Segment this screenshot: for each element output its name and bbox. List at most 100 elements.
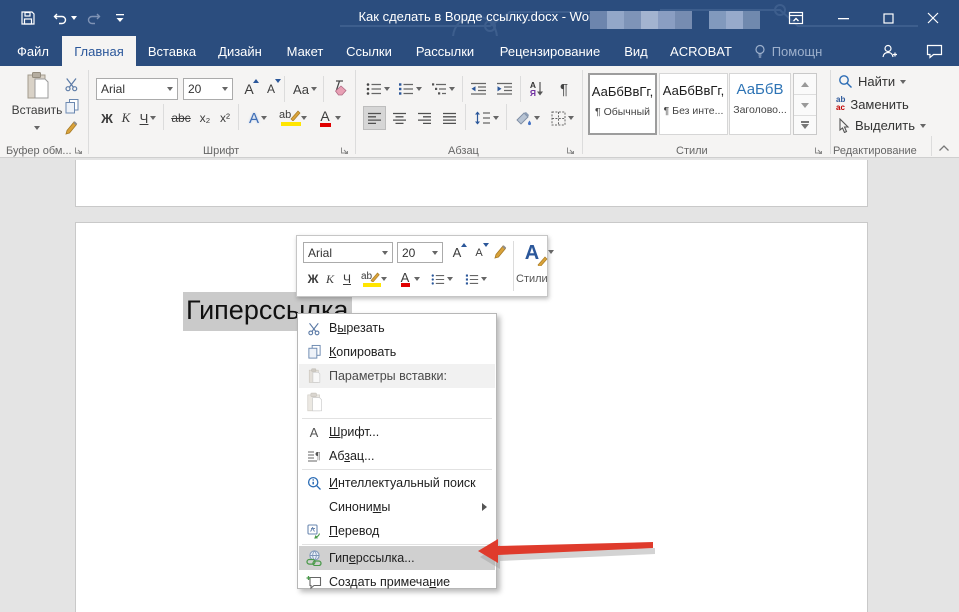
font-color-button[interactable]: А bbox=[314, 106, 344, 130]
redo-button[interactable] bbox=[86, 10, 102, 26]
bullets-button[interactable] bbox=[363, 78, 393, 100]
copy-button[interactable] bbox=[64, 98, 80, 115]
undo-dropdown-arrow[interactable] bbox=[71, 16, 77, 20]
subscript-button[interactable]: x₂ bbox=[196, 106, 214, 130]
shading-button[interactable] bbox=[511, 106, 543, 130]
underline-button[interactable]: Ч bbox=[136, 106, 160, 130]
change-case-button[interactable]: Aa bbox=[289, 78, 321, 100]
font-size-combobox[interactable]: 20 bbox=[183, 78, 233, 100]
cut-button[interactable] bbox=[64, 76, 80, 92]
highlight-button[interactable]: ab bbox=[276, 106, 310, 130]
mini-format-painter-button[interactable] bbox=[493, 244, 509, 260]
undo-button[interactable] bbox=[52, 10, 77, 26]
font-size-dropdown-arrow[interactable] bbox=[222, 87, 228, 91]
tab-view[interactable]: Вид bbox=[614, 36, 658, 66]
justify-button[interactable] bbox=[438, 106, 461, 130]
superscript-button[interactable]: x² bbox=[216, 106, 234, 130]
tab-mailings[interactable]: Рассылки bbox=[408, 36, 482, 66]
mini-font-size-combobox[interactable]: 20 bbox=[397, 242, 443, 263]
mini-styles-button[interactable]: А bbox=[518, 240, 554, 266]
shrink-font-button[interactable]: А bbox=[261, 78, 281, 100]
mini-shrink-font-button[interactable]: А bbox=[469, 242, 489, 263]
font-name-combobox[interactable]: Arial bbox=[96, 78, 178, 100]
mini-highlight-button[interactable]: ab bbox=[357, 268, 391, 290]
mini-bullets-button[interactable] bbox=[427, 268, 457, 290]
paragraph-dialog-launcher[interactable] bbox=[566, 146, 576, 156]
close-button[interactable] bbox=[916, 0, 950, 36]
mini-bullets-dropdown-arrow[interactable] bbox=[447, 277, 453, 281]
menu-item-cut[interactable]: Вырезать bbox=[299, 316, 495, 340]
style-card-no-spacing[interactable]: АаБбВвГг, ¶ Без инте... bbox=[659, 73, 728, 135]
find-button[interactable]: Найти bbox=[838, 74, 907, 89]
tab-tell-me[interactable]: Помощн bbox=[746, 36, 830, 66]
menu-item-paste-keep-text[interactable] bbox=[299, 388, 495, 416]
format-painter-button[interactable] bbox=[64, 120, 80, 136]
styles-gallery-more[interactable] bbox=[794, 115, 816, 134]
styles-scroll-down[interactable] bbox=[794, 94, 816, 115]
highlight-dropdown-arrow[interactable] bbox=[301, 116, 307, 120]
bold-button[interactable]: Ж bbox=[98, 106, 116, 130]
bullets-dropdown-arrow[interactable] bbox=[384, 87, 390, 91]
save-button[interactable] bbox=[20, 10, 36, 26]
tab-acrobat[interactable]: ACROBAT bbox=[664, 36, 738, 66]
text-effects-button[interactable]: А bbox=[243, 106, 273, 130]
borders-button[interactable] bbox=[546, 106, 578, 130]
tab-home[interactable]: Главная bbox=[62, 36, 136, 66]
tab-design[interactable]: Дизайн bbox=[208, 36, 272, 66]
clear-formatting-button[interactable] bbox=[329, 79, 349, 97]
menu-item-font[interactable]: А Шрифт... bbox=[299, 420, 495, 444]
find-dropdown-arrow[interactable] bbox=[900, 79, 907, 84]
replace-button[interactable]: ab ас Заменить bbox=[836, 96, 909, 112]
menu-item-paragraph[interactable]: ¶ Абзац... bbox=[299, 444, 495, 468]
align-right-button[interactable] bbox=[413, 106, 436, 130]
menu-item-smart-lookup[interactable]: Интеллектуальный поиск bbox=[299, 471, 495, 495]
share-button[interactable] bbox=[880, 44, 898, 59]
text-effects-dropdown-arrow[interactable] bbox=[261, 116, 267, 120]
mini-numbering-dropdown-arrow[interactable] bbox=[481, 277, 487, 281]
mini-underline-button[interactable]: Ч bbox=[339, 268, 355, 290]
font-name-dropdown-arrow[interactable] bbox=[167, 87, 173, 91]
tab-file[interactable]: Файл bbox=[8, 36, 58, 66]
minimize-button[interactable] bbox=[826, 0, 860, 36]
tab-review[interactable]: Рецензирование bbox=[494, 36, 606, 66]
tab-references[interactable]: Ссылки bbox=[338, 36, 400, 66]
show-formatting-marks-button[interactable]: ¶ bbox=[553, 76, 575, 102]
style-card-heading[interactable]: АаБбВ Заголово... bbox=[729, 73, 791, 135]
font-color-dropdown-arrow[interactable] bbox=[334, 116, 341, 120]
paste-button[interactable]: Вставить bbox=[10, 71, 64, 141]
align-left-button[interactable] bbox=[363, 106, 386, 130]
paste-dropdown-arrow[interactable] bbox=[34, 126, 40, 130]
multilevel-list-button[interactable] bbox=[427, 78, 459, 100]
styles-scroll-up[interactable] bbox=[794, 74, 816, 94]
menu-item-translate[interactable]: Перевод bbox=[299, 519, 495, 543]
mini-grow-font-button[interactable]: А bbox=[447, 242, 467, 263]
menu-item-new-comment[interactable]: Создать примечание bbox=[299, 570, 495, 594]
select-dropdown-arrow[interactable] bbox=[919, 123, 926, 128]
document-area[interactable]: Гиперссылка Arial 20 А А А Ж К Ч ab А Ст… bbox=[0, 158, 959, 612]
shading-dropdown-arrow[interactable] bbox=[534, 116, 540, 120]
menu-item-hyperlink[interactable]: Гиперссылка... bbox=[299, 546, 495, 570]
underline-dropdown-arrow[interactable] bbox=[150, 116, 157, 120]
mini-font-color-button[interactable]: А bbox=[395, 268, 423, 290]
collapse-ribbon-button[interactable] bbox=[938, 144, 950, 152]
menu-item-synonyms[interactable]: Синонимы bbox=[299, 495, 495, 519]
clipboard-dialog-launcher[interactable] bbox=[74, 146, 84, 156]
tab-layout[interactable]: Макет bbox=[277, 36, 333, 66]
customize-qat-button[interactable] bbox=[114, 12, 126, 24]
style-card-normal[interactable]: АаБбВвГг, ¶ Обычный bbox=[588, 73, 657, 135]
mini-bold-button[interactable]: Ж bbox=[305, 268, 321, 290]
mini-font-name-combobox[interactable]: Arial bbox=[303, 242, 393, 263]
mini-numbering-button[interactable] bbox=[461, 268, 491, 290]
increase-indent-button[interactable] bbox=[492, 78, 516, 100]
multilevel-dropdown-arrow[interactable] bbox=[449, 87, 455, 91]
numbering-button[interactable] bbox=[395, 78, 425, 100]
tab-insert[interactable]: Вставка bbox=[140, 36, 204, 66]
strikethrough-button[interactable]: abc bbox=[168, 106, 194, 130]
maximize-button[interactable] bbox=[871, 0, 905, 36]
select-button[interactable]: Выделить bbox=[838, 118, 926, 133]
comments-button[interactable] bbox=[926, 44, 943, 59]
menu-item-copy[interactable]: Копировать bbox=[299, 340, 495, 364]
sort-button[interactable]: АЯ bbox=[524, 76, 550, 102]
numbering-dropdown-arrow[interactable] bbox=[416, 87, 422, 91]
styles-dialog-launcher[interactable] bbox=[814, 146, 824, 156]
